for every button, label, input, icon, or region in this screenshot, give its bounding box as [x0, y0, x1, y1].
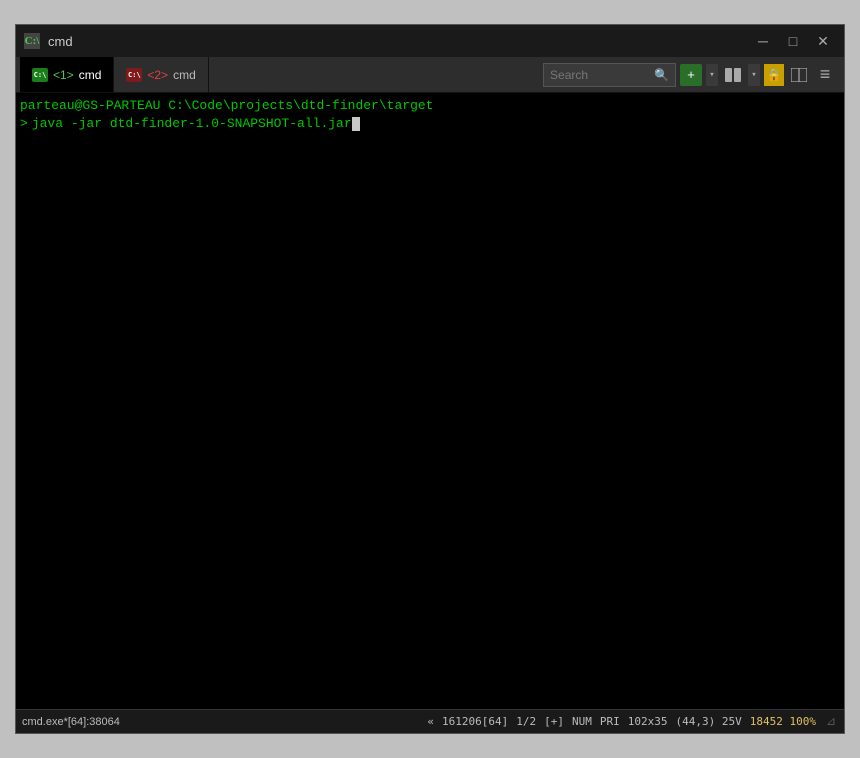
tab-1-number: <1>	[53, 68, 74, 82]
tab-1-icon: C:\	[32, 68, 48, 82]
window-title: cmd	[48, 34, 742, 49]
split-pane-button[interactable]	[788, 64, 810, 86]
pane-button[interactable]	[722, 64, 744, 86]
add-tab-button[interactable]: +	[680, 64, 702, 86]
resize-grip: ⊿	[824, 715, 838, 729]
command-text: java -jar dtd-finder-1.0-SNAPSHOT-all.ja…	[32, 115, 352, 133]
terminal-window: C:\ cmd ─ □ ✕ C:\ <1> cmd C:\ <2> cmd �	[15, 24, 845, 734]
status-position2: 1/2	[516, 715, 536, 728]
search-input[interactable]	[550, 68, 650, 82]
window-icon: C:\	[24, 33, 40, 49]
toolbar-right: 🔍 + ▾ ▾ 🔒 ≡	[543, 57, 840, 92]
status-memory: 18452 100%	[750, 715, 816, 728]
prompt-path-line: parteau@GS-PARTEAU C:\Code\projects\dtd-…	[20, 97, 840, 115]
status-coords: (44,3) 25V	[676, 715, 742, 728]
cursor	[352, 117, 360, 131]
tab-2-number: <2>	[147, 68, 168, 82]
status-dimensions: 102x35	[628, 715, 668, 728]
resize-icon: ⊿	[826, 714, 836, 729]
tab-2-icon: C:\	[126, 68, 142, 82]
tab-2-label: cmd	[173, 68, 196, 82]
tab-1-cmd[interactable]: C:\ <1> cmd	[20, 57, 114, 92]
add-tab-dropdown[interactable]: ▾	[706, 64, 718, 86]
status-priority: PRI	[600, 715, 620, 728]
status-separator: «	[427, 715, 434, 728]
status-right: « 161206[64] 1/2 [+] NUM PRI 102x35 (44,…	[427, 715, 838, 729]
terminal-area[interactable]: parteau@GS-PARTEAU C:\Code\projects\dtd-…	[16, 93, 844, 709]
window-controls: ─ □ ✕	[750, 31, 836, 51]
status-numlock: NUM	[572, 715, 592, 728]
close-button[interactable]: ✕	[810, 31, 836, 51]
status-process: cmd.exe*[64]:38064	[22, 716, 427, 728]
pane-dropdown[interactable]: ▾	[748, 64, 760, 86]
minimize-button[interactable]: ─	[750, 31, 776, 51]
lock-button[interactable]: 🔒	[764, 64, 784, 86]
prompt-char: >	[20, 115, 28, 133]
title-bar: C:\ cmd ─ □ ✕	[16, 25, 844, 57]
search-button[interactable]: 🔍	[654, 68, 669, 82]
tab-spacer	[209, 57, 543, 92]
tab-1-label: cmd	[79, 68, 102, 82]
search-box: 🔍	[543, 63, 676, 87]
tab-bar: C:\ <1> cmd C:\ <2> cmd 🔍 + ▾	[16, 57, 844, 93]
menu-button[interactable]: ≡	[814, 64, 836, 86]
maximize-button[interactable]: □	[780, 31, 806, 51]
status-insert: [+]	[544, 715, 564, 728]
status-position1: 161206[64]	[442, 715, 508, 728]
status-bar: cmd.exe*[64]:38064 « 161206[64] 1/2 [+] …	[16, 709, 844, 733]
command-line: > java -jar dtd-finder-1.0-SNAPSHOT-all.…	[20, 115, 840, 133]
tab-2-cmd[interactable]: C:\ <2> cmd	[114, 57, 208, 92]
